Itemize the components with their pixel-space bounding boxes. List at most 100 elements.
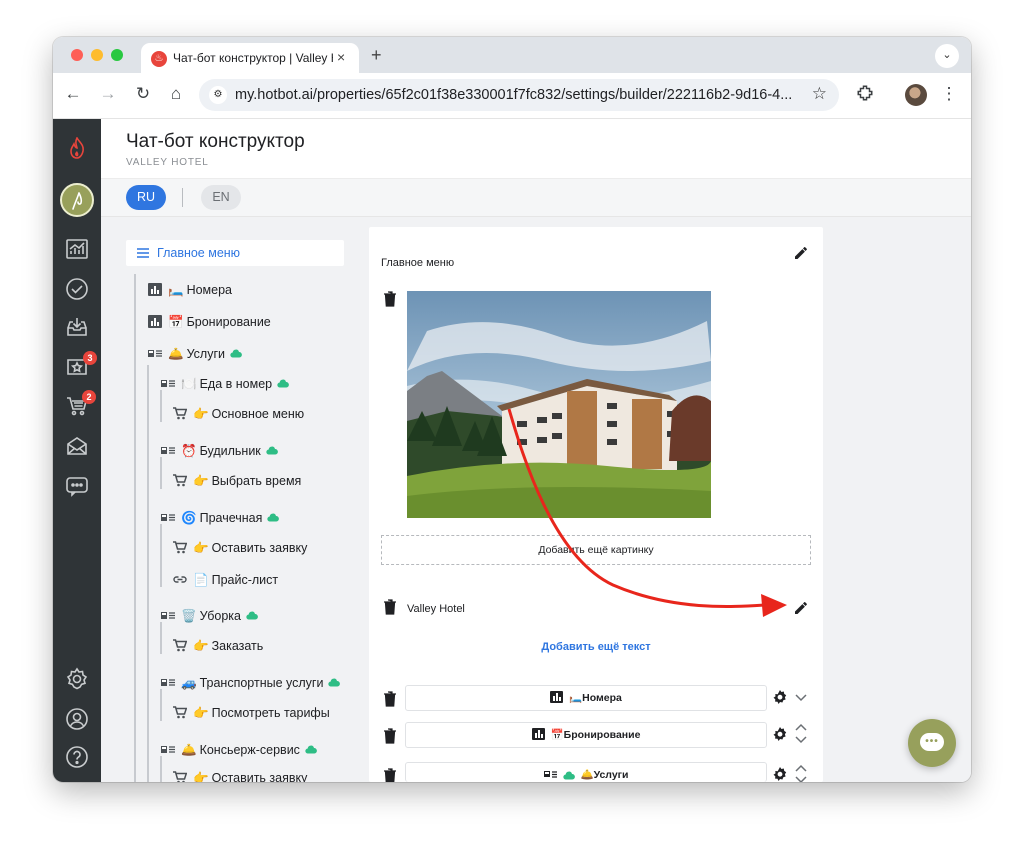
site-settings-icon[interactable]: ⚙ [209,86,227,104]
submenu-list-icon [161,746,175,753]
tasks-check-icon[interactable] [65,277,89,301]
tree-item-choose-time[interactable]: 👉 Выбрать время [173,474,301,494]
analytics-icon[interactable] [65,237,89,261]
extensions-icon[interactable] [853,84,877,107]
close-window-button[interactable] [71,49,83,61]
add-image-button[interactable]: Добавить ещё картинку [381,535,811,565]
tree-item-rooms[interactable]: 🛏️ Номера [148,283,232,303]
tree-item-services[interactable]: 🛎️ Услуги [148,347,242,367]
cart-icon [173,706,187,719]
submenu-list-icon [161,380,175,387]
tree-item-label: Будильник [199,444,261,458]
zoom-window-button[interactable] [111,49,123,61]
button-settings-gear-icon[interactable] [772,690,788,706]
cart-icon [173,474,187,487]
delete-button-trash-icon[interactable] [383,691,397,707]
tree-item-order[interactable]: 👉 Заказать [173,639,263,659]
tree-item-alarm[interactable]: ⏰ Будильник [161,444,278,464]
user-profile-icon[interactable] [65,707,89,731]
tree-item-view-rates[interactable]: 👉 Посмотреть тарифы [173,706,330,726]
tree-item-emoji: ⏰ [181,444,197,458]
property-name: VALLEY HOTEL [126,157,209,168]
lang-en-button[interactable]: EN [201,185,241,210]
new-tab-button[interactable]: + [371,45,382,66]
settings-gear-icon[interactable] [65,667,89,691]
tab-search-button[interactable]: ⌄ [935,44,959,68]
delete-button-trash-icon[interactable] [383,768,397,782]
edit-title-pencil-icon[interactable] [793,245,809,261]
translate-cloud-icon [328,678,341,687]
hotel-photo [407,291,711,518]
tree-item-label: Прачечная [199,511,263,525]
tab-title: Чат-бот конструктор | Valley Hotel [173,51,333,65]
tree-item-booking[interactable]: 📅 Бронирование [148,315,271,335]
delete-image-trash-icon[interactable] [383,291,397,307]
help-question-icon[interactable] [65,745,89,769]
move-up-chevron-icon[interactable] [795,723,807,731]
add-text-link[interactable]: Добавить ещё текст [369,641,823,653]
browser-menu-button[interactable]: ⋮ [937,84,961,104]
tree-item-laundry[interactable]: 🌀 Прачечная [161,511,280,531]
menu-button-services[interactable]: 🛎️Услуги [405,762,767,782]
mail-open-icon[interactable] [65,434,89,458]
profile-avatar[interactable] [905,84,927,106]
chat-dots-icon[interactable] [65,474,89,498]
tree-item-label: Оставить заявку [211,541,308,555]
support-chat-button[interactable]: ••• [908,719,956,767]
minimize-window-button[interactable] [91,49,103,61]
home-button[interactable]: ⌂ [164,84,188,104]
button-emoji: 🛏️ [569,692,583,704]
edit-text-pencil-icon[interactable] [793,600,809,616]
tree-item-main-menu[interactable]: 👉 Основное меню [173,407,304,427]
tree-item-emoji: 👉 [193,639,209,653]
button-settings-gear-icon[interactable] [772,727,788,743]
address-bar[interactable]: ⚙ my.hotbot.ai/properties/65f2c01f38e330… [199,79,839,111]
tree-guide-line [134,274,136,782]
tree-item-price-list[interactable]: 📄 Прайс-лист [173,573,278,593]
submenu-list-icon [148,350,162,357]
tree-item-room-service[interactable]: 🍽️ Еда в номер [161,377,290,397]
translate-cloud-icon [267,513,280,522]
tree-item-cleaning[interactable]: 🗑️ Уборка [161,609,258,629]
move-down-chevron-icon[interactable] [795,736,807,744]
cart-icon [173,639,187,652]
tree-root-main-menu[interactable]: Главное меню [126,240,344,266]
forward-button[interactable]: → [96,84,120,104]
tree-item-label: Номера [186,283,233,297]
button-settings-gear-icon[interactable] [772,767,788,782]
move-down-chevron-icon[interactable] [795,776,807,782]
move-up-chevron-icon[interactable] [795,764,807,772]
url-text[interactable]: my.hotbot.ai/properties/65f2c01f38e33000… [235,87,795,103]
tree-item-label: Консьерж-сервис [199,743,300,757]
property-avatar[interactable] [60,183,94,217]
delete-button-trash-icon[interactable] [383,728,397,744]
translate-cloud-icon [305,745,317,754]
browser-tab[interactable]: ♨ Чат-бот конструктор | Valley Hotel × [141,43,359,73]
reload-button[interactable]: ↻ [131,84,155,104]
menu-button-booking[interactable]: 📅Бронирование [405,722,767,748]
tree-item-leave-request[interactable]: 👉 Оставить заявку [173,541,307,561]
tree-item-label: Бронирование [186,315,271,329]
message-text[interactable]: Valley Hotel [407,603,465,615]
move-down-chevron-icon[interactable] [795,694,807,702]
tree-item-emoji: 🚙 [181,676,197,690]
bookmark-star-icon[interactable]: ☆ [812,84,827,104]
delete-text-trash-icon[interactable] [383,599,397,615]
translate-cloud-icon [246,611,258,620]
submenu-list-icon [543,771,557,778]
chart-bar-icon [531,728,545,740]
tab-close-icon[interactable]: × [337,49,345,65]
lang-ru-button[interactable]: RU [126,185,166,210]
cart-icon [173,541,187,554]
translate-cloud-icon [562,771,575,780]
tree-item-transport[interactable]: 🚙 Транспортные услуги [161,676,341,696]
menu-button-rooms[interactable]: 🛏️Номера [405,685,767,711]
back-button[interactable]: ← [61,84,85,104]
tree-item-label: Транспортные услуги [199,676,324,690]
tree-item-concierge[interactable]: 🛎️ Консьерж-сервис [161,743,317,763]
tree-item-concierge-request[interactable]: 👉 Оставить заявку [173,771,307,782]
orders-badge: 2 [82,390,96,404]
tree-item-label: Основное меню [211,407,305,421]
hotbot-logo-icon[interactable] [68,137,86,159]
inbox-download-icon[interactable] [65,315,89,339]
